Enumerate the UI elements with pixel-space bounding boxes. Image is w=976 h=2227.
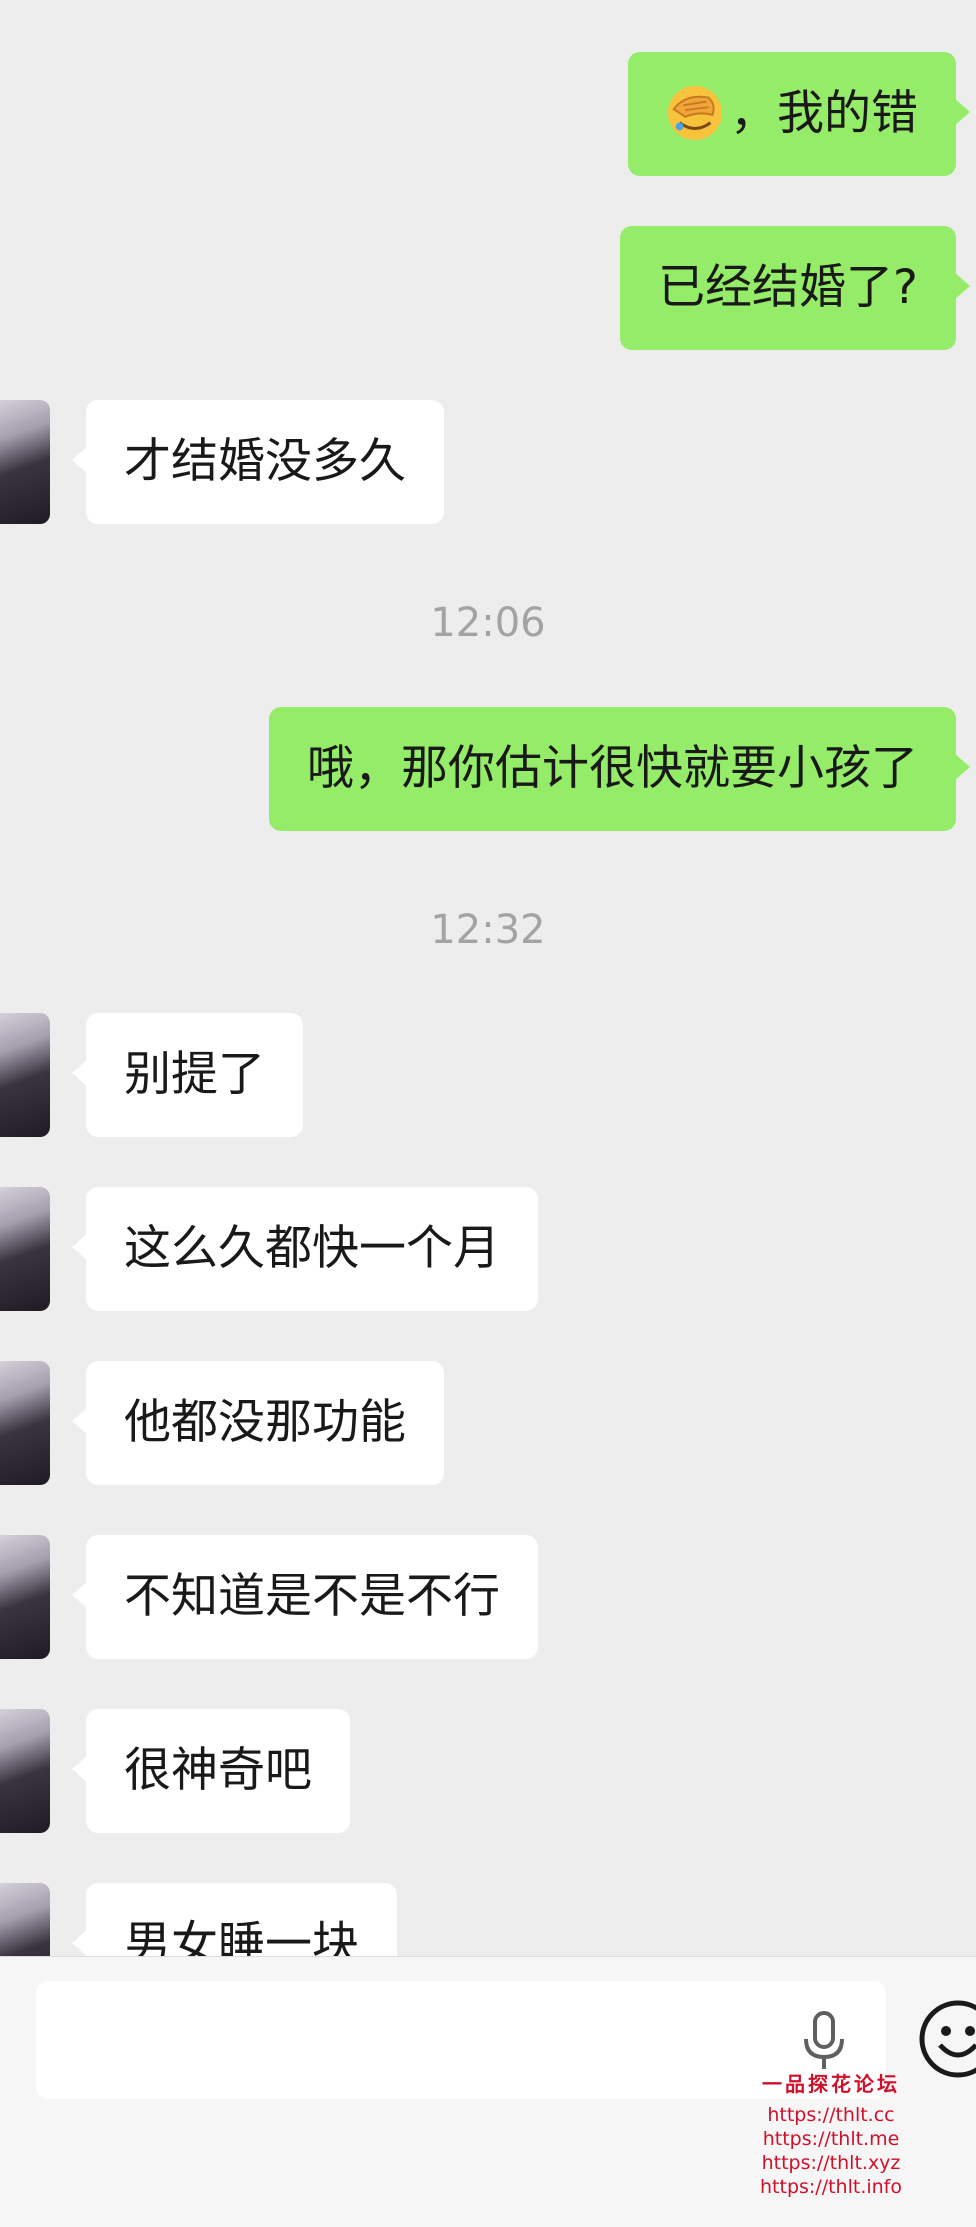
microphone-icon[interactable] — [802, 2011, 846, 2071]
contact-avatar[interactable] — [0, 1709, 50, 1833]
incoming-message-bubble[interactable]: 他都没那功能 — [72, 1361, 444, 1485]
incoming-message-bubble[interactable]: 这么久都快一个月 — [72, 1187, 538, 1311]
outgoing-message-bubble[interactable]: 已经结婚了? — [620, 226, 970, 350]
outgoing-message-bubble[interactable]: ，我的错 — [628, 52, 970, 176]
message-text: 已经结婚了? — [658, 260, 918, 315]
incoming-message-bubble[interactable]: 别提了 — [72, 1013, 303, 1137]
contact-avatar[interactable] — [0, 1187, 50, 1311]
incoming-message-bubble[interactable]: 才结婚没多久 — [72, 400, 444, 524]
watermark: 一品探花论坛 https://thlt.cc https://thlt.me h… — [746, 2068, 916, 2199]
voice-toggle-icon[interactable] — [0, 2013, 6, 2069]
message-text: 不知道是不是不行 — [124, 1569, 500, 1624]
face-palm-emoji-icon — [667, 85, 723, 140]
message-text: 很神奇吧 — [124, 1743, 312, 1798]
timestamp: 12:32 — [430, 907, 546, 953]
outgoing-message-bubble[interactable]: 哦，那你估计很快就要小孩了 — [269, 707, 970, 831]
watermark-link: https://thlt.info — [760, 2176, 902, 2198]
message-text: 男女睡一块 — [124, 1917, 359, 1956]
contact-avatar[interactable] — [0, 1361, 50, 1485]
emoji-picker-icon[interactable] — [918, 1999, 976, 2079]
watermark-link: https://thlt.me — [762, 2128, 900, 2150]
watermark-link: https://thlt.xyz — [761, 2152, 901, 2174]
incoming-message-bubble[interactable]: 不知道是不是不行 — [72, 1535, 538, 1659]
message-text: 别提了 — [124, 1047, 265, 1102]
message-text: ，我的错 — [730, 86, 918, 141]
chat-message-list[interactable]: ，我的错 已经结婚了? 才结婚没多久 12:06 哦，那你估计很快就要小孩了 1… — [0, 0, 976, 1956]
message-text: 他都没那功能 — [124, 1395, 406, 1450]
message-text: 哦，那你估计很快就要小孩了 — [307, 741, 918, 796]
contact-avatar[interactable] — [0, 400, 50, 524]
watermark-link: https://thlt.cc — [767, 2104, 895, 2126]
incoming-message-bubble[interactable]: 很神奇吧 — [72, 1709, 350, 1833]
contact-avatar[interactable] — [0, 1535, 50, 1659]
contact-avatar[interactable] — [0, 1013, 50, 1137]
incoming-message-bubble[interactable]: 男女睡一块 — [72, 1883, 397, 1956]
message-text: 才结婚没多久 — [124, 434, 406, 489]
timestamp: 12:06 — [430, 600, 546, 646]
watermark-title: 一品探花论坛 — [762, 2072, 900, 2096]
contact-avatar[interactable] — [0, 1883, 50, 1956]
message-text: 这么久都快一个月 — [124, 1221, 500, 1276]
